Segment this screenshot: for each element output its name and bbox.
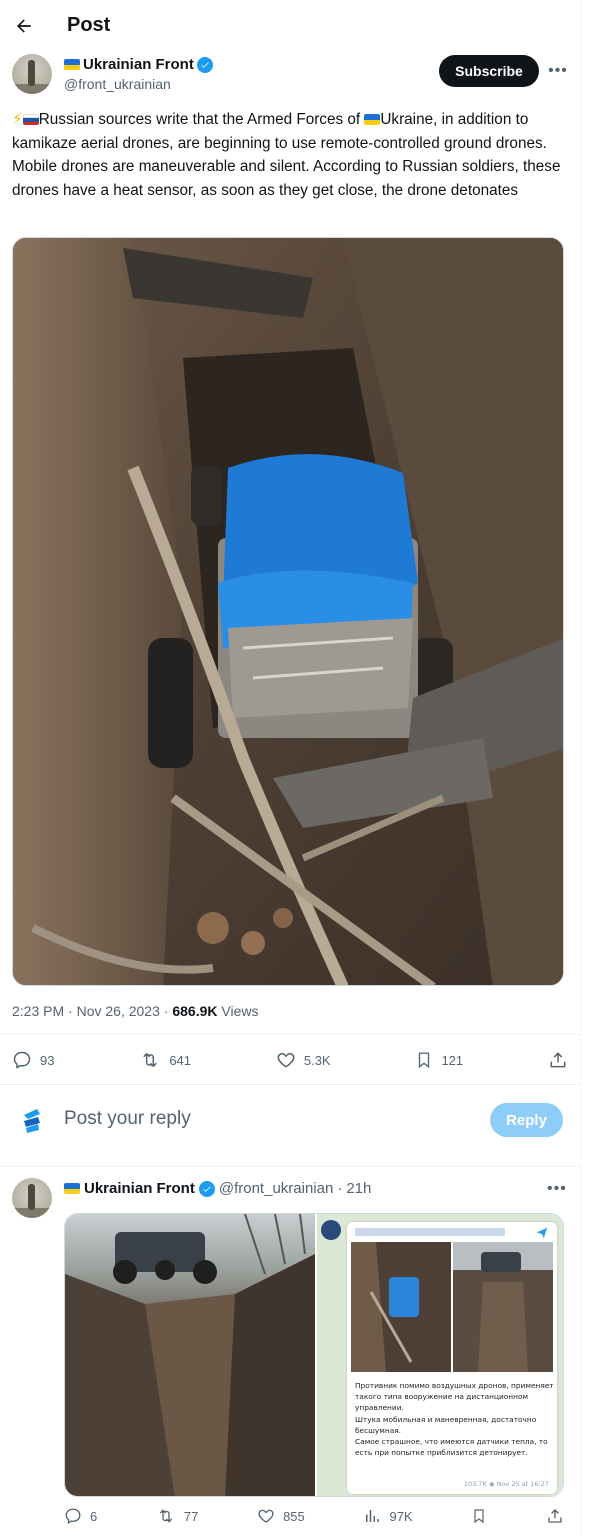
repost-icon (159, 1509, 173, 1523)
more-options-icon[interactable]: ••• (547, 1180, 567, 1198)
views-action[interactable]: 97K (363, 1507, 413, 1525)
like-action[interactable]: 855 (257, 1507, 305, 1525)
bookmark-count: 121 (441, 1052, 464, 1068)
reply-count: 93 (40, 1052, 55, 1068)
repost-count: 77 (183, 1508, 199, 1524)
verified-badge-icon (196, 56, 213, 73)
author-info: Ukrainian Front @front_ukrainian (64, 56, 213, 92)
share-action[interactable] (548, 1050, 568, 1070)
reply-media[interactable]: Противник помимо воздушных дронов, приме… (64, 1213, 564, 1497)
heart-icon (277, 1052, 295, 1068)
bookmark-icon (474, 1509, 484, 1524)
divider (0, 1166, 580, 1167)
author-name-line[interactable]: Ukrainian Front (64, 56, 213, 73)
like-count: 5.3K (303, 1052, 331, 1068)
repost-count: 641 (169, 1052, 192, 1068)
telegram-card: Противник помимо воздушных дронов, приме… (347, 1222, 557, 1494)
reply-action[interactable]: 6 (64, 1507, 97, 1525)
lightning-icon: ⚡ (12, 111, 23, 128)
avatar[interactable] (12, 1178, 52, 1218)
repost-action[interactable]: 77 (156, 1507, 198, 1525)
trench-photo (65, 1214, 315, 1496)
channel-avatar (321, 1220, 341, 1240)
telegram-screenshot: Противник помимо воздушных дронов, приме… (317, 1214, 563, 1496)
post-time[interactable]: 2:23 PM (12, 1003, 64, 1019)
share-arrow-icon (536, 1227, 548, 1239)
reply-action[interactable]: 93 (12, 1050, 54, 1070)
author-handle[interactable]: @front_ukrainian (64, 76, 213, 92)
reply-time[interactable]: 21h (346, 1180, 371, 1197)
divider (0, 1034, 580, 1035)
bookmark-icon (419, 1052, 430, 1069)
post-author-row: Ukrainian Front @front_ukrainian Subscri… (12, 52, 568, 100)
divider (0, 1084, 580, 1085)
reply-input[interactable]: Post your reply (64, 1108, 191, 1130)
telegram-photo-1 (351, 1242, 451, 1372)
ukraine-flag-icon (64, 59, 80, 70)
reply-action-bar: 6 77 855 97K (64, 1507, 564, 1525)
like-action[interactable]: 5.3K (276, 1050, 331, 1070)
post-date[interactable]: Nov 26, 2023 (77, 1003, 160, 1019)
top-header: Post (0, 0, 580, 52)
analytics-icon (366, 1510, 380, 1522)
right-scrollbar-area (580, 0, 606, 1536)
views-count: 686.9K (172, 1003, 218, 1019)
views-label: Views (221, 1003, 259, 1019)
post-image[interactable] (12, 237, 564, 986)
reply-button[interactable]: Reply (490, 1103, 563, 1137)
separator-dot: · (337, 1180, 343, 1197)
post-action-bar: 93 641 5.3K 121 (12, 1050, 568, 1070)
ground-drone-photo (13, 238, 563, 985)
post-meta: 2:23 PM · Nov 26, 2023 · 686.9K Views (12, 1003, 259, 1019)
avatar[interactable] (12, 54, 52, 94)
reply-composer: Post your reply Reply (12, 1098, 568, 1142)
views-count: 97K (389, 1508, 413, 1524)
reply-author-name[interactable]: Ukrainian Front (84, 1180, 195, 1197)
verified-badge-icon (198, 1180, 215, 1197)
like-count: 855 (283, 1508, 305, 1524)
post-text: ⚡ Russian sources write that the Armed Fo… (12, 108, 568, 202)
reply-icon (13, 1051, 31, 1069)
bookmark-action[interactable]: 121 (415, 1050, 463, 1070)
post-text-part-1: Russian sources write that the Armed For… (38, 111, 365, 128)
share-icon (550, 1052, 566, 1068)
bookmark-action[interactable] (471, 1507, 487, 1525)
telegram-message-text: Противник помимо воздушных дронов, приме… (355, 1381, 554, 1458)
subscribe-button[interactable]: Subscribe (439, 55, 539, 87)
page-title: Post (67, 14, 111, 36)
ukraine-flag-icon (364, 114, 381, 126)
more-options-icon[interactable]: ••• (547, 60, 569, 82)
repost-icon (143, 1052, 158, 1068)
ukraine-flag-icon (64, 1183, 80, 1194)
back-arrow-icon[interactable] (12, 14, 36, 38)
share-action[interactable] (546, 1507, 564, 1525)
heart-icon (258, 1509, 274, 1523)
reply-count: 6 (90, 1508, 98, 1524)
author-name[interactable]: Ukrainian Front (83, 56, 194, 73)
reply-author-line: Ukrainian Front @front_ukrainian · 21h (64, 1180, 371, 1197)
share-icon (548, 1509, 562, 1523)
reply-author-handle[interactable]: @front_ukrainian (219, 1180, 333, 1197)
telegram-photo-2 (453, 1242, 553, 1372)
user-avatar-s-logo-icon (18, 1106, 46, 1134)
reply-icon (65, 1508, 81, 1524)
repost-action[interactable]: 641 (139, 1050, 191, 1070)
telegram-message-meta: 103.7K ◉ Nov 25 at 16:27 (463, 1480, 549, 1488)
blurred-channel-name (355, 1228, 505, 1236)
russia-flag-icon (22, 114, 39, 126)
